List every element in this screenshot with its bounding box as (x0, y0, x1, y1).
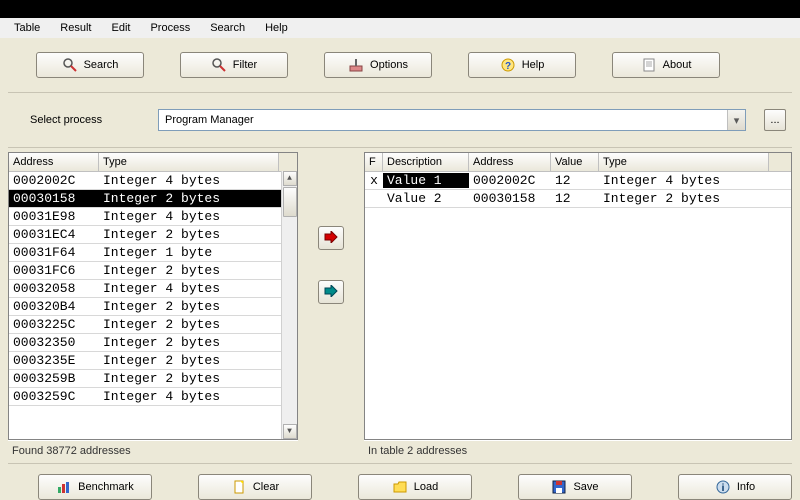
menu-help[interactable]: Help (255, 20, 298, 36)
results-row[interactable]: 0003225CInteger 2 bytes (9, 316, 297, 334)
process-label: Select process (30, 114, 140, 126)
transfer-buttons (298, 148, 364, 463)
save-button[interactable]: Save (518, 474, 632, 500)
scroll-up-icon[interactable]: ▲ (283, 171, 297, 186)
options-icon (348, 57, 364, 73)
results-list[interactable]: Address Type 0002002CInteger 4 bytes0003… (8, 152, 298, 440)
bottombar: Benchmark Clear Load Save i Info (8, 463, 792, 500)
results-row[interactable]: 00031EC4Integer 2 bytes (9, 226, 297, 244)
filter-icon (211, 57, 227, 73)
help-icon: ? (500, 57, 516, 73)
results-row[interactable]: 00032350Integer 2 bytes (9, 334, 297, 352)
col-type2[interactable]: Type (599, 153, 769, 171)
results-row[interactable]: 0002002CInteger 4 bytes (9, 172, 297, 190)
clear-button[interactable]: Clear (198, 474, 312, 500)
save-icon (551, 479, 567, 495)
process-input[interactable] (159, 114, 727, 126)
results-status: Found 38772 addresses (8, 440, 298, 463)
load-label: Load (414, 481, 438, 493)
about-button[interactable]: About (612, 52, 720, 78)
table-row[interactable]: xValue 10002002C12Integer 4 bytes (365, 172, 791, 190)
process-combo[interactable]: ▾ (158, 109, 746, 131)
results-scrollbar[interactable]: ▲ ▼ (281, 171, 297, 439)
options-button-label: Options (370, 59, 408, 71)
middle-area: Address Type 0002002CInteger 4 bytes0003… (8, 148, 792, 463)
info-button[interactable]: i Info (678, 474, 792, 500)
menu-edit[interactable]: Edit (101, 20, 140, 36)
info-label: Info (737, 481, 755, 493)
app-window: Table Result Edit Process Search Help Se… (0, 0, 800, 500)
table-header: F Description Address Value Type (365, 153, 791, 172)
toolbar: Search Filter Options ? Help About (8, 48, 792, 93)
results-pane: Address Type 0002002CInteger 4 bytes0003… (8, 148, 298, 463)
arrow-right-icon (324, 231, 338, 246)
search-icon (62, 57, 78, 73)
results-row[interactable]: 000320B4Integer 2 bytes (9, 298, 297, 316)
results-row[interactable]: 0003235EInteger 2 bytes (9, 352, 297, 370)
scroll-thumb[interactable] (283, 187, 297, 217)
chevron-down-icon[interactable]: ▾ (727, 110, 745, 130)
options-button[interactable]: Options (324, 52, 432, 78)
col-flag[interactable]: F (365, 153, 383, 171)
process-row: Select process ▾ ... (8, 93, 792, 148)
svg-text:?: ? (505, 61, 511, 72)
menu-process[interactable]: Process (140, 20, 200, 36)
svg-text:i: i (721, 483, 724, 494)
results-row[interactable]: 0003259BInteger 2 bytes (9, 370, 297, 388)
table-pane: F Description Address Value Type xValue … (364, 148, 792, 463)
col-type[interactable]: Type (99, 153, 279, 171)
menu-result[interactable]: Result (50, 20, 101, 36)
filter-button-label: Filter (233, 59, 257, 71)
table-list[interactable]: F Description Address Value Type xValue … (364, 152, 792, 440)
help-button[interactable]: ? Help (468, 52, 576, 78)
results-header: Address Type (9, 153, 297, 172)
chart-icon (56, 479, 72, 495)
search-button-label: Search (84, 59, 119, 71)
table-row[interactable]: Value 20003015812Integer 2 bytes (365, 190, 791, 208)
info-icon: i (715, 479, 731, 495)
menu-search[interactable]: Search (200, 20, 255, 36)
add-to-table-button[interactable] (318, 226, 344, 250)
results-row[interactable]: 00030158Integer 2 bytes (9, 190, 297, 208)
results-row[interactable]: 00032058Integer 4 bytes (9, 280, 297, 298)
clear-label: Clear (253, 481, 279, 493)
menu-table[interactable]: Table (4, 20, 50, 36)
col-description[interactable]: Description (383, 153, 469, 171)
client-area: Search Filter Options ? Help About Selec… (0, 38, 800, 500)
results-row[interactable]: 00031FC6Integer 2 bytes (9, 262, 297, 280)
browse-button[interactable]: ... (764, 109, 786, 131)
results-row[interactable]: 0003259CInteger 4 bytes (9, 388, 297, 406)
results-row[interactable]: 00031E98Integer 4 bytes (9, 208, 297, 226)
search-button[interactable]: Search (36, 52, 144, 78)
titlebar (0, 0, 800, 18)
save-label: Save (573, 481, 598, 493)
col-address[interactable]: Address (9, 153, 99, 171)
col-value[interactable]: Value (551, 153, 599, 171)
benchmark-button[interactable]: Benchmark (38, 474, 152, 500)
add-all-button[interactable] (318, 280, 344, 304)
benchmark-label: Benchmark (78, 481, 134, 493)
arrow-right-teal-icon (324, 285, 338, 300)
table-status: In table 2 addresses (364, 440, 792, 463)
filter-button[interactable]: Filter (180, 52, 288, 78)
scroll-down-icon[interactable]: ▼ (283, 424, 297, 439)
about-button-label: About (663, 59, 692, 71)
page-icon (231, 479, 247, 495)
menubar: Table Result Edit Process Search Help (0, 18, 800, 38)
about-icon (641, 57, 657, 73)
help-button-label: Help (522, 59, 545, 71)
load-button[interactable]: Load (358, 474, 472, 500)
results-row[interactable]: 00031F64Integer 1 byte (9, 244, 297, 262)
col-address2[interactable]: Address (469, 153, 551, 171)
folder-open-icon (392, 479, 408, 495)
